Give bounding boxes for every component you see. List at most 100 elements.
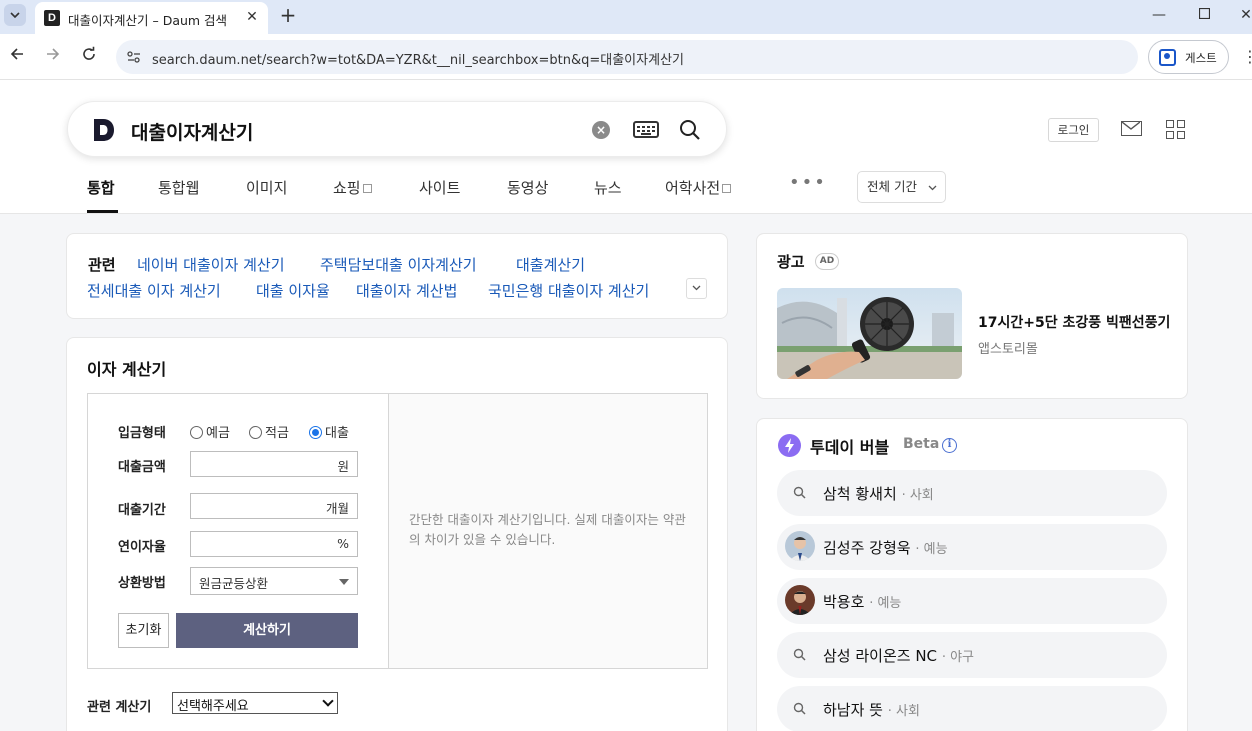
interest-calculator-card: 이자 계산기 입금형태 예금 적금 대출 대출금액 원 대출기간 개월 연이자율… (66, 337, 728, 731)
radio-loan[interactable]: 대출 (309, 422, 349, 441)
forward-button[interactable] (42, 46, 64, 68)
trend-category: · 예능 (915, 542, 948, 557)
related-link[interactable]: 대출이자 계산법 (356, 280, 457, 301)
related-calculator-select[interactable]: 선택해주세요 (172, 692, 338, 714)
address-bar[interactable]: search.daum.net/search?w=tot&DA=YZR&t__n… (116, 40, 1138, 74)
maximize-button[interactable] (1192, 4, 1216, 26)
calculate-button[interactable]: 계산하기 (176, 613, 358, 648)
external-link-icon (722, 184, 732, 193)
browser-tab[interactable]: D 대출이자계산기 – Daum 검색 ✕ (35, 2, 268, 34)
rate-input[interactable]: % (190, 531, 358, 557)
trend-item[interactable]: 하남자 뜻 · 사회 (777, 686, 1167, 731)
profile-icon (1159, 49, 1176, 66)
related-link[interactable]: 대출 이자율 (256, 280, 330, 301)
lightning-bolt-glyph (785, 438, 794, 453)
minimize-button[interactable]: — (1147, 4, 1171, 26)
tab-label: 통합 (87, 179, 115, 197)
period-label: 전체 기간 (867, 179, 917, 194)
chevron-down-icon (928, 185, 937, 191)
related-link[interactable]: 주택담보대출 이자계산기 (320, 254, 477, 275)
tab-label: 어학사전 (665, 179, 721, 197)
back-arrow-icon (10, 48, 23, 60)
tab-label: 이미지 (246, 179, 288, 197)
tab-shopping[interactable]: 쇼핑 (333, 177, 372, 198)
ad-product-image[interactable] (777, 288, 962, 379)
mail-icon[interactable] (1121, 121, 1142, 136)
related-searches-card: 관련 네이버 대출이자 계산기 주택담보대출 이자계산기 대출계산기 전세대출 … (66, 233, 728, 319)
external-link-icon (362, 184, 372, 193)
close-window-button[interactable]: ✕ (1234, 4, 1252, 26)
trend-item[interactable]: 삼성 라이온즈 NC · 야구 (777, 632, 1167, 678)
more-tabs-button[interactable]: ••• (789, 172, 827, 193)
today-bubble-card: 투데이 버블 Beta i 삼척 황새치 · 사회 김성주 강형욱 · 예능 박… (756, 418, 1188, 731)
period-filter-button[interactable]: 전체 기간 (857, 171, 946, 203)
period-input[interactable]: 개월 (190, 493, 358, 519)
tab-label: 동영상 (507, 179, 549, 197)
trend-text: 박용호 · 예능 (823, 591, 901, 612)
search-icon (793, 702, 806, 715)
reset-button[interactable]: 초기화 (118, 613, 169, 648)
trend-text: 김성주 강형욱 · 예능 (823, 537, 948, 558)
search-icon[interactable] (679, 119, 701, 141)
reload-icon (83, 46, 95, 60)
tab-search-button[interactable] (4, 4, 26, 26)
close-tab-icon[interactable]: ✕ (243, 8, 261, 26)
new-tab-button[interactable]: + (277, 4, 299, 26)
radio-savings[interactable]: 적금 (249, 422, 289, 441)
daum-header: 대출이자계산기 × 로그인 통합 통합웹 이미지 쇼핑 사이트 동영상 뉴스 어… (0, 80, 1252, 214)
guest-profile-button[interactable]: 게스트 (1148, 40, 1229, 74)
dropdown-arrow-icon (339, 579, 349, 585)
tab-dictionary[interactable]: 어학사전 (665, 177, 732, 198)
calculator-description: 간단한 대출이자 계산기입니다. 실제 대출이자는 약관의 차이가 있을 수 있… (409, 512, 686, 547)
daum-logo-icon[interactable] (92, 117, 116, 143)
chevron-down-icon (10, 12, 20, 18)
trend-item[interactable]: 김성주 강형욱 · 예능 (777, 524, 1167, 570)
trend-keyword: 삼척 황새치 (823, 485, 897, 503)
trend-category: · 예능 (869, 596, 902, 611)
radio-deposit[interactable]: 예금 (190, 422, 230, 441)
chevron-down-icon (692, 285, 701, 291)
related-link[interactable]: 국민은행 대출이자 계산기 (488, 280, 649, 301)
amount-label: 대출금액 (118, 460, 166, 475)
forward-arrow-icon (47, 48, 60, 60)
site-settings-icon[interactable] (126, 49, 142, 65)
back-button[interactable] (6, 46, 28, 68)
info-icon[interactable]: i (942, 438, 957, 453)
tab-image[interactable]: 이미지 (246, 177, 287, 198)
related-link[interactable]: 대출계산기 (516, 254, 585, 275)
trend-text: 하남자 뜻 · 사회 (823, 699, 920, 720)
amount-input[interactable]: 원 (190, 451, 358, 477)
trend-text: 삼성 라이온즈 NC · 야구 (823, 645, 974, 666)
search-icon (793, 648, 806, 661)
trend-text: 삼척 황새치 · 사회 (823, 483, 934, 504)
tab-site[interactable]: 사이트 (419, 177, 460, 198)
trend-item[interactable]: 삼척 황새치 · 사회 (777, 470, 1167, 516)
related-expand-button[interactable] (686, 278, 707, 299)
search-input[interactable]: 대출이자계산기 (131, 118, 253, 145)
radio-circle-selected (309, 426, 322, 439)
ad-source[interactable]: 앱스토리몰 (978, 338, 1038, 357)
trend-item[interactable]: 박용호 · 예능 (777, 578, 1167, 624)
browser-toolbar: search.daum.net/search?w=tot&DA=YZR&t__n… (0, 34, 1252, 80)
clear-search-icon[interactable]: × (592, 121, 610, 139)
related-calculator-value: 선택해주세요 (177, 699, 249, 714)
ad-headline[interactable]: 17시간+5단 초강풍 빅팬선풍기 (978, 312, 1170, 332)
trend-category: · 사회 (901, 488, 934, 503)
tab-news[interactable]: 뉴스 (594, 177, 622, 198)
period-unit: 개월 (325, 501, 349, 516)
related-link[interactable]: 네이버 대출이자 계산기 (137, 254, 285, 275)
login-button[interactable]: 로그인 (1048, 118, 1099, 142)
tab-label: 쇼핑 (333, 179, 361, 197)
keyboard-icon[interactable] (633, 121, 659, 138)
method-select[interactable]: 원금균등상환 (190, 567, 358, 595)
daum-favicon-icon: D (44, 10, 60, 26)
tab-web[interactable]: 통합웹 (158, 177, 199, 198)
trend-keyword: 삼성 라이온즈 NC (823, 647, 938, 665)
related-link[interactable]: 전세대출 이자 계산기 (87, 280, 221, 301)
browser-menu-icon[interactable]: ⋮ (1242, 47, 1252, 66)
tab-all[interactable]: 통합 (87, 177, 115, 198)
related-calculator-label: 관련 계산기 (87, 700, 152, 715)
reload-button[interactable] (78, 46, 100, 68)
tab-video[interactable]: 동영상 (507, 177, 548, 198)
apps-grid-icon[interactable] (1166, 120, 1185, 139)
